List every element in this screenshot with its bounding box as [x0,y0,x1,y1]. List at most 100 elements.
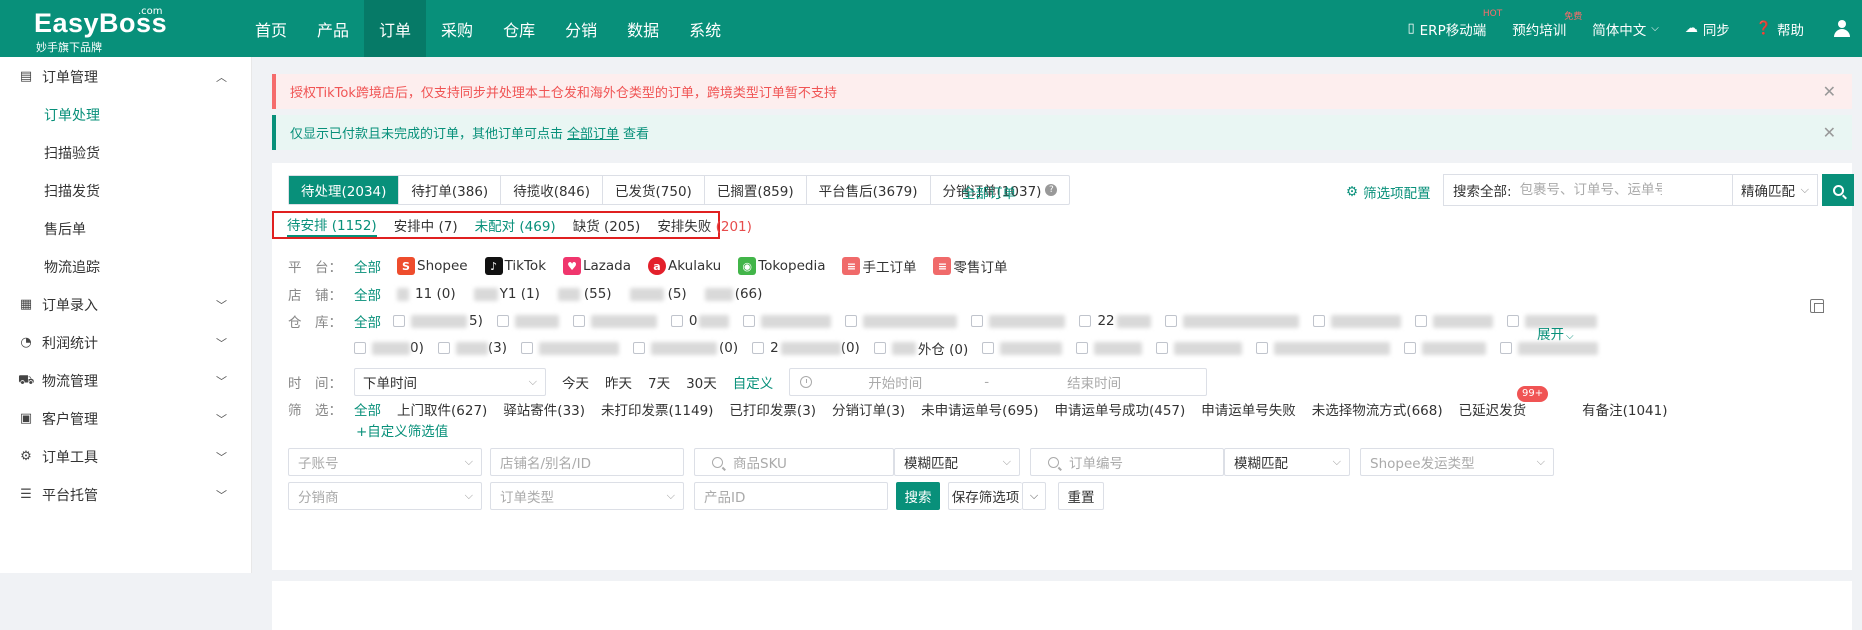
shop-item[interactable]: (55) [558,286,612,302]
nav-products[interactable]: 产品 [302,0,364,57]
checkbox[interactable] [573,315,585,327]
add-custom-filter-link[interactable]: +自定义筛选值 [356,420,448,440]
platform-lazada[interactable]: ♥Lazada [563,257,631,275]
tab-on-hold[interactable]: 已搁置(859) [705,176,807,204]
tab-pending[interactable]: 待处理(2034) [289,176,399,204]
subaccount-select[interactable]: 子账号⌵ [288,448,482,476]
all-orders-alert-link[interactable]: 全部订单 [567,123,619,142]
shop-item[interactable]: Y1 (1) [474,286,540,302]
order-number-input[interactable]: 订单编号 [1030,448,1224,476]
nav-data[interactable]: 数据 [612,0,674,57]
checkbox[interactable] [633,342,645,354]
checkbox[interactable] [1313,315,1325,327]
nav-purchase[interactable]: 采购 [426,0,488,57]
platform-tokopedia[interactable]: ◉Tokopedia [738,257,825,275]
sidebar-item-after-sale[interactable]: 售后单 [0,210,251,248]
platform-retail[interactable]: ≡零售订单 [933,256,1007,276]
checkbox[interactable] [845,315,857,327]
shop-alias-input[interactable]: 店铺名/别名/ID [490,448,684,476]
filter-has-note[interactable]: 有备注(1041) [1582,399,1667,419]
nav-orders[interactable]: 订单 [364,0,426,57]
save-filter-button[interactable]: 保存筛选项 [948,482,1022,510]
filter-pickup[interactable]: 上门取件(627) [397,399,487,419]
product-id-input[interactable]: 产品ID [694,482,888,510]
subtab-arranging[interactable]: 安排中 (7) [394,215,458,235]
filter-config-button[interactable]: ⚙ 筛选项配置 [1346,182,1431,202]
tab-to-collect[interactable]: 待揽收(846) [501,176,603,204]
time-30days[interactable]: 30天 [686,372,717,392]
tab-after-sale[interactable]: 平台售后(3679) [807,176,931,204]
checkbox[interactable] [438,342,450,354]
help-button[interactable]: ❓ 帮助 [1756,19,1804,39]
warehouse-item[interactable] [497,315,559,328]
order-match-select[interactable]: 模糊匹配⌵ [1224,448,1350,476]
checkbox[interactable] [1415,315,1427,327]
sidebar-group-profit-stats[interactable]: ◔ 利润统计 ﹀ [0,324,251,362]
subtab-pending-arrange[interactable]: 待安排 (1152) [287,214,377,237]
distributor-select[interactable]: 分销商⌵ [288,482,482,510]
search-button[interactable] [1822,174,1854,206]
sidebar-group-order-tools[interactable]: ⚙ 订单工具 ﹀ [0,438,251,476]
filter-distribution[interactable]: 分销订单(3) [832,399,905,419]
shopee-ship-type-select[interactable]: Shopee发运类型⌵ [1360,448,1554,476]
product-sku-input[interactable]: 商品SKU [694,448,894,476]
sidebar-group-logistics[interactable]: ⛟ 物流管理 ﹀ [0,362,251,400]
close-icon[interactable]: ✕ [1823,123,1836,142]
filter-invoice-unprinted[interactable]: 未打印发票(1149) [601,399,713,419]
warehouse-item[interactable] [1415,315,1493,328]
checkbox[interactable] [1404,342,1416,354]
filter-all[interactable]: 全部 [354,399,381,419]
warehouse-item[interactable] [1500,342,1598,355]
warehouse-item[interactable] [573,315,657,328]
checkbox[interactable] [1156,342,1168,354]
sidebar-item-order-processing[interactable]: 订单处理 [0,96,251,134]
filter-invoice-printed[interactable]: 已打印发票(3) [729,399,816,419]
checkbox[interactable] [874,342,886,354]
warehouse-item[interactable] [743,315,831,328]
warehouse-all[interactable]: 全部 [354,311,381,331]
time-today[interactable]: 今天 [562,372,589,392]
training-link[interactable]: 预约培训 免费 [1512,19,1566,39]
warehouse-item[interactable]: 22 [1079,313,1150,329]
search-submit-button[interactable]: 搜索 [896,482,940,510]
start-time-input[interactable]: 开始时间 [868,372,922,392]
checkbox[interactable] [393,315,405,327]
warehouse-item[interactable] [845,315,957,328]
warehouse-item[interactable] [521,342,619,355]
save-filter-dropdown[interactable]: ⌵ [1022,482,1046,510]
warehouse-item[interactable]: (0) [633,340,738,356]
shop-item[interactable]: (5) [630,286,687,302]
reset-button[interactable]: 重置 [1058,482,1104,510]
logo[interactable]: EasyBoss .com 妙手旗下品牌 [0,0,240,57]
warehouse-item[interactable]: 0) [354,340,424,356]
search-input[interactable] [1512,182,1662,198]
sidebar-item-logistics-tracking[interactable]: 物流追踪 [0,248,251,286]
warehouse-item[interactable] [1165,315,1299,328]
copy-icon[interactable] [1810,299,1824,313]
shop-item[interactable]: (66) [705,286,763,302]
warehouse-item[interactable]: 外仓 (0) [874,338,968,358]
date-range-picker[interactable]: 开始时间 - 结束时间 [789,368,1207,396]
platform-akulaku[interactable]: aAkulaku [648,257,721,275]
filter-no-tracking[interactable]: 未申请运单号(695) [921,399,1038,419]
filter-tracking-failed[interactable]: 申请运单号失败 [1201,399,1296,419]
warehouse-item[interactable] [1313,315,1401,328]
match-mode-select[interactable]: 精确匹配 ⌵ [1733,174,1818,206]
sku-match-select[interactable]: 模糊匹配⌵ [894,448,1020,476]
platform-tiktok[interactable]: ♪TikTok [485,257,546,275]
all-orders-link[interactable]: 全部订单 [962,182,1016,202]
subtab-failed[interactable]: 安排失败 (201) [657,215,752,235]
checkbox[interactable] [1076,342,1088,354]
checkbox[interactable] [971,315,983,327]
platform-shopee[interactable]: SShopee [397,257,468,275]
checkbox[interactable] [354,342,366,354]
warehouse-item[interactable]: 2(0) [752,340,860,356]
sidebar-item-scan-inspect[interactable]: 扫描验货 [0,134,251,172]
checkbox[interactable] [671,315,683,327]
end-time-input[interactable]: 结束时间 [1067,372,1121,392]
nav-system[interactable]: 系统 [674,0,736,57]
warehouse-item[interactable] [1404,342,1486,355]
time-7days[interactable]: 7天 [648,372,670,392]
warehouse-item[interactable] [1076,342,1142,355]
filter-tracking-success[interactable]: 申请运单号成功(457) [1054,399,1185,419]
